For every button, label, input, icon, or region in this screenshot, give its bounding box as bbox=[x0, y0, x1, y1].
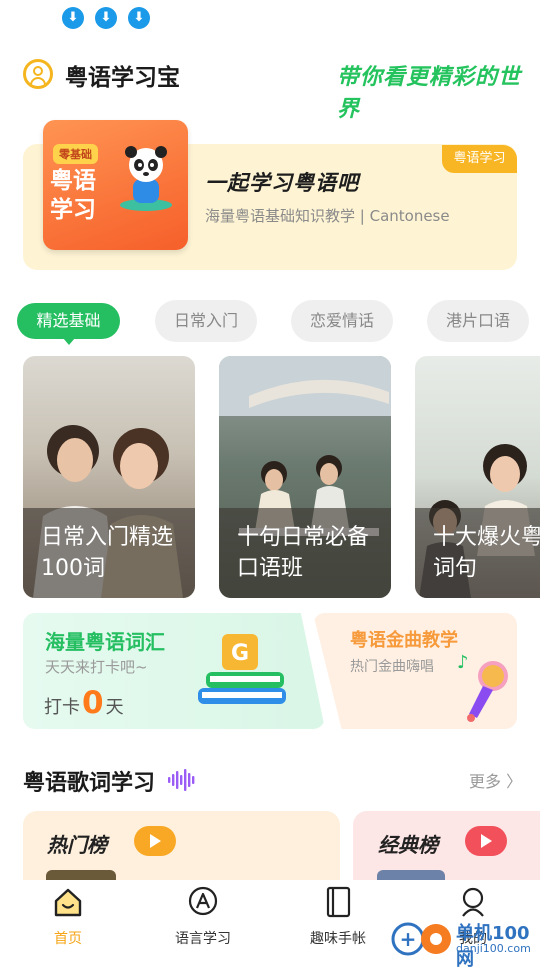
course-card-caption: 十大爆火粤 词句 bbox=[433, 522, 540, 584]
course-card-title: 十句日常必备 bbox=[237, 525, 370, 550]
tab-love-phrases[interactable]: 恋爱情话 bbox=[291, 300, 393, 342]
nav-home-label: 首页 bbox=[54, 931, 82, 947]
svg-text:+: + bbox=[400, 927, 417, 951]
download-icon: ⬇ bbox=[62, 7, 84, 29]
classic-chart-title: 经典榜 bbox=[378, 833, 438, 857]
course-card-caption: 十句日常必备 口语班 bbox=[237, 522, 385, 584]
nav-home[interactable]: 首页 bbox=[28, 885, 108, 948]
course-card-subtitle: 100词 bbox=[41, 556, 105, 581]
course-card-subtitle: 词句 bbox=[433, 556, 478, 581]
language-icon bbox=[188, 886, 218, 916]
nav-language-label: 语言学习 bbox=[175, 931, 231, 947]
hot-chart-title: 热门榜 bbox=[47, 833, 107, 857]
course-card[interactable]: 日常入门精选 100词 bbox=[23, 356, 195, 598]
tab-hk-movie-slang[interactable]: 港片口语 bbox=[427, 300, 529, 342]
sound-wave-icon bbox=[168, 769, 195, 791]
checkin-prefix: 打卡 bbox=[44, 697, 80, 718]
nav-journal[interactable]: 趣味手帐 bbox=[298, 885, 378, 948]
app-title: 粤语学习宝 bbox=[65, 65, 180, 91]
microphone-icon: ♪ bbox=[457, 652, 508, 722]
checkin-counter: 打卡0 天 bbox=[44, 685, 124, 721]
books-icon: G bbox=[198, 634, 286, 704]
user-avatar-icon[interactable] bbox=[23, 59, 53, 89]
tab-daily-intro[interactable]: 日常入门 bbox=[155, 300, 257, 342]
more-link[interactable]: 更多 〉 bbox=[469, 768, 522, 792]
course-card[interactable]: 十句日常必备 口语班 bbox=[219, 356, 391, 598]
svg-text:♪: ♪ bbox=[457, 652, 469, 673]
banner-image-text: 粤语学习 bbox=[50, 168, 96, 223]
course-card-subtitle: 口语班 bbox=[237, 556, 304, 581]
nav-journal-label: 趣味手帐 bbox=[310, 931, 366, 947]
banner-image-badge: 零基础 bbox=[53, 144, 98, 164]
course-card-title: 日常入门精选 bbox=[41, 525, 174, 550]
banner-subtitle: 海量粤语基础知识教学 | Cantonese bbox=[205, 207, 450, 225]
watermark-logo-icon: + bbox=[391, 922, 451, 956]
songs-title: 粤语金曲教学 bbox=[350, 630, 458, 651]
tab-basics[interactable]: 精选基础 bbox=[17, 303, 120, 345]
notebook-icon bbox=[326, 886, 351, 918]
course-card-caption: 日常入门精选 100词 bbox=[41, 522, 189, 584]
profile-icon bbox=[462, 887, 484, 917]
vocab-title: 海量粤语词汇 bbox=[45, 630, 165, 654]
classic-chart-play-icon[interactable] bbox=[465, 826, 507, 856]
nav-language[interactable]: 语言学习 bbox=[163, 885, 243, 948]
home-icon bbox=[54, 888, 82, 917]
svg-text:G: G bbox=[231, 641, 249, 666]
hot-chart-play-icon[interactable] bbox=[134, 826, 176, 856]
download-icon: ⬇ bbox=[128, 7, 150, 29]
course-card-title: 十大爆火粤 bbox=[433, 525, 540, 550]
lyrics-section-title: 粤语歌词学习 bbox=[23, 771, 156, 796]
songs-subtitle: 热门金曲嗨唱 bbox=[350, 659, 434, 675]
course-card[interactable]: 十大爆火粤 词句 bbox=[415, 356, 540, 598]
vocab-subtitle: 天天来打卡吧~ bbox=[45, 658, 148, 676]
panda-mascot-icon bbox=[120, 146, 172, 211]
checkin-suffix: 天 bbox=[105, 697, 124, 718]
header-slogan: 带你看更精彩的世界 bbox=[337, 65, 522, 122]
banner-tag: 粤语学习 bbox=[442, 145, 517, 173]
download-icon: ⬇ bbox=[95, 7, 117, 29]
banner-title: 一起学习粤语吧 bbox=[205, 171, 359, 195]
watermark-url: danji100.com bbox=[456, 942, 531, 955]
checkin-days: 0 bbox=[82, 685, 104, 721]
